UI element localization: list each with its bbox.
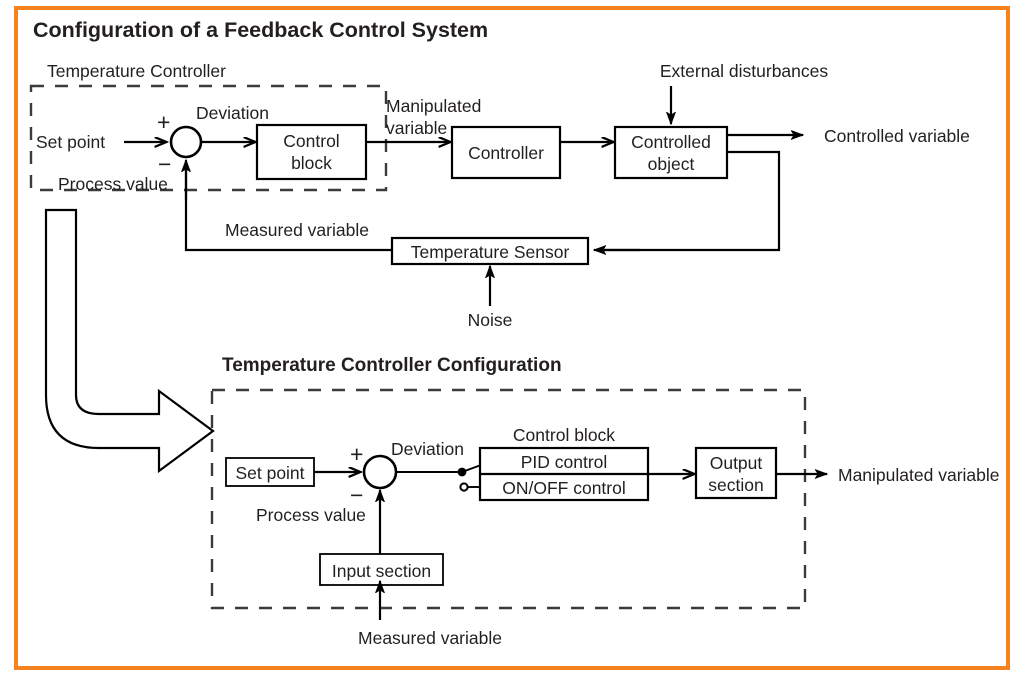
temperature-sensor-label: Temperature Sensor (411, 242, 570, 262)
temperature-controller-group-label: Temperature Controller (47, 61, 226, 81)
control-block-label-bottom: Control block (513, 425, 615, 445)
summing-junction-top (169, 125, 203, 159)
controlled-object-label-line2: object (648, 154, 695, 174)
set-point-label-bottom: Set point (235, 463, 304, 483)
plus-sign-top: + (157, 109, 170, 135)
controlled-object-label-line1: Controlled (631, 132, 711, 152)
noise-label: Noise (468, 310, 513, 330)
manipulated-variable-label-line1-top: Manipulated (386, 96, 481, 116)
input-section-label: Input section (332, 561, 431, 581)
pid-control-label[interactable]: PID control (521, 452, 608, 472)
controlled-variable-label: Controlled variable (824, 126, 970, 146)
onoff-control-label[interactable]: ON/OFF control (502, 478, 626, 498)
deviation-label-bottom: Deviation (391, 439, 464, 459)
summing-junction-bottom (362, 454, 398, 490)
page-title: Configuration of a Feedback Control Syst… (33, 18, 488, 42)
deviation-label-top: Deviation (196, 103, 269, 123)
plus-sign-bottom: + (350, 441, 363, 467)
external-disturbances-label: External disturbances (660, 61, 829, 81)
control-block-label-line2: block (291, 153, 332, 173)
set-point-label-top: Set point (36, 132, 105, 152)
screenshot-root: Configuration of a Feedback Control Syst… (0, 0, 1024, 680)
control-block-label-line1: Control (283, 131, 339, 151)
temperature-controller-configuration-heading: Temperature Controller Configuration (222, 355, 562, 376)
process-value-label-top: Process value (58, 174, 168, 194)
measured-variable-label-top: Measured variable (225, 220, 369, 240)
switch-contact-onoff[interactable] (459, 482, 469, 492)
manipulated-variable-label-bottom: Manipulated variable (838, 465, 1000, 485)
output-section-label-line2: section (708, 475, 763, 495)
controller-label: Controller (468, 143, 544, 163)
feedback-control-diagram: Configuration of a Feedback Control Syst… (29, 18, 1000, 648)
measured-variable-label-bottom: Measured variable (358, 628, 502, 648)
process-value-label-bottom: Process value (256, 505, 366, 525)
output-section-label-line1: Output (710, 453, 763, 473)
manipulated-variable-label-line2-top: variable (386, 118, 447, 138)
